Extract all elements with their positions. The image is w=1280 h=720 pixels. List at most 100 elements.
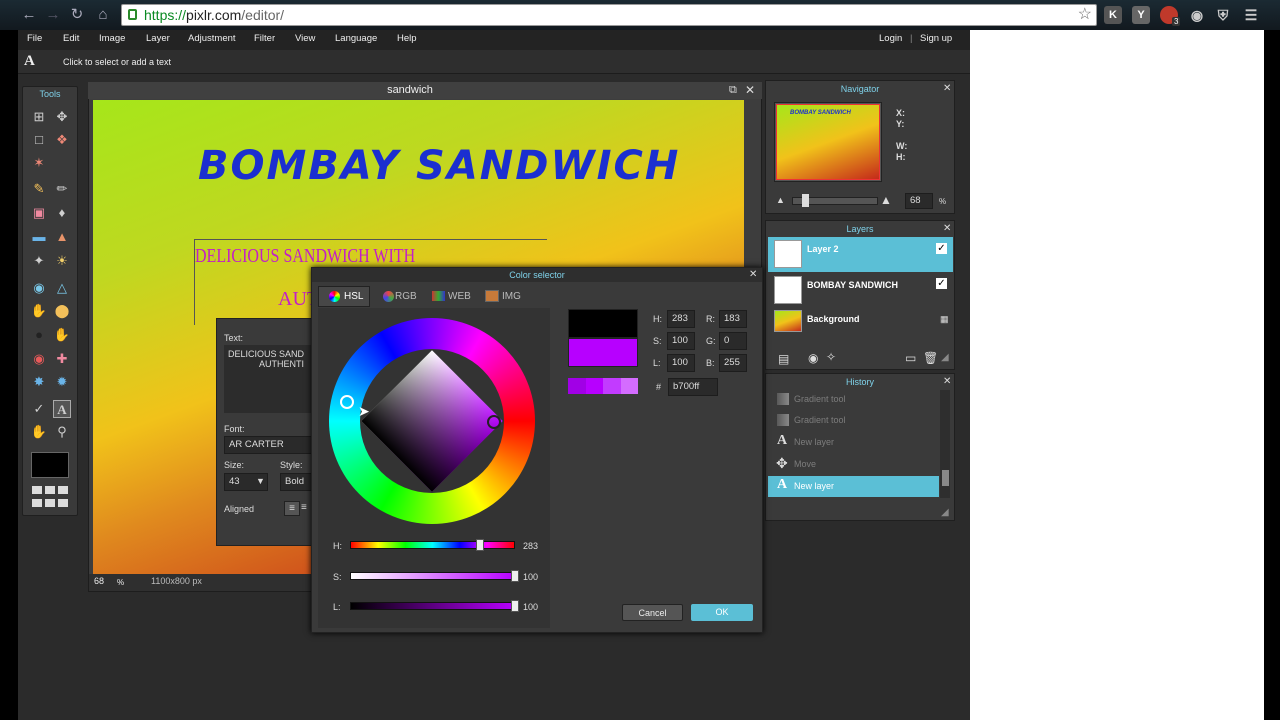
history-item[interactable]: Gradient tool <box>768 390 938 410</box>
dodge-tool-icon[interactable]: ✋ <box>53 326 71 344</box>
hue-slider[interactable] <box>350 541 515 549</box>
wand-tool-icon[interactable]: ✶ <box>30 154 48 172</box>
history-item[interactable]: Gradient tool <box>768 411 938 431</box>
resize-grip-icon[interactable]: ◢ <box>941 352 949 363</box>
grid-icon[interactable] <box>32 486 72 508</box>
menu-language[interactable]: Language <box>335 33 377 44</box>
style-select[interactable]: Bold <box>280 473 314 491</box>
s-input[interactable]: 100 <box>667 332 695 350</box>
layer-mask-icon[interactable]: ◉ <box>808 351 818 365</box>
hex-input[interactable]: b700ff <box>668 378 718 396</box>
marquee-tool-icon[interactable]: □ <box>30 131 48 149</box>
close-icon[interactable]: ✕ <box>745 83 755 97</box>
navigator-close-icon[interactable]: ✕ <box>943 83 951 94</box>
zoom-tool-icon[interactable]: ⚲ <box>53 423 71 441</box>
back-icon[interactable]: ← <box>20 6 38 24</box>
spot-heal-tool-icon[interactable]: ✚ <box>53 350 71 368</box>
layers-close-icon[interactable]: ✕ <box>943 223 951 234</box>
redeye-tool-icon[interactable]: ☀ <box>53 252 71 270</box>
saturation-slider-knob[interactable] <box>511 570 519 582</box>
lasso-tool-icon[interactable]: ❖ <box>53 131 71 149</box>
picker-tool-icon[interactable]: ✦ <box>30 252 48 270</box>
sharpen-tool-icon[interactable]: △ <box>53 279 71 297</box>
r-input[interactable]: 183 <box>719 310 747 328</box>
resize-grip-icon[interactable]: ◢ <box>941 507 949 518</box>
recent-colors[interactable] <box>568 378 638 394</box>
l-input[interactable]: 100 <box>667 354 695 372</box>
align-left-icon[interactable]: ≡ <box>284 501 300 516</box>
g-input[interactable]: 0 <box>719 332 747 350</box>
history-item[interactable]: A New layer <box>768 433 938 453</box>
shield-icon[interactable]: ⛨ <box>1214 6 1232 24</box>
browser-menu-icon[interactable]: ☰ <box>1242 6 1260 24</box>
zoom-value[interactable]: 68 <box>94 576 104 586</box>
hand-tool-icon[interactable]: ✋ <box>30 423 48 441</box>
layer-styles-icon[interactable]: ✧ <box>826 350 836 364</box>
burn-tool-icon[interactable]: ● <box>30 326 48 344</box>
reload-icon[interactable]: ↻ <box>68 6 86 24</box>
sl-handle[interactable] <box>487 415 501 429</box>
h-input[interactable]: 283 <box>667 310 695 328</box>
lightness-slider-knob[interactable] <box>511 600 519 612</box>
zoom-in-icon[interactable]: ▲ <box>880 193 892 207</box>
trash-icon[interactable]: 🗑 <box>923 351 938 365</box>
font-select[interactable]: AR CARTER <box>224 436 314 454</box>
login-link[interactable]: Login <box>879 33 902 44</box>
tab-web[interactable]: WEB <box>448 291 471 302</box>
nav-zoom-input[interactable]: 68 <box>905 193 933 209</box>
stamp-tool-icon[interactable]: ▲ <box>53 228 71 246</box>
cancel-button[interactable]: Cancel <box>622 604 683 621</box>
menu-image[interactable]: Image <box>99 33 125 44</box>
nav-zoom-knob[interactable] <box>802 194 809 207</box>
lightness-slider[interactable] <box>350 602 515 610</box>
history-item[interactable]: ✥ Move <box>768 455 938 475</box>
layer-settings-icon[interactable]: ▤ <box>778 352 789 366</box>
history-close-icon[interactable]: ✕ <box>943 376 951 387</box>
menu-file[interactable]: File <box>27 33 42 44</box>
eye-icon[interactable]: ◉ <box>1188 6 1206 24</box>
menu-adjustment[interactable]: Adjustment <box>188 33 236 44</box>
pencil-tool-icon[interactable]: ✎ <box>30 180 48 198</box>
color-selector-close-icon[interactable]: ✕ <box>749 269 757 280</box>
menu-view[interactable]: View <box>295 33 315 44</box>
brush-tool-icon[interactable]: ✏ <box>53 180 71 198</box>
layer-visible-checkbox-1[interactable]: ✓ <box>936 243 947 254</box>
move-tool-icon[interactable]: ✥ <box>53 108 71 126</box>
forward-icon[interactable]: → <box>44 6 62 24</box>
bookmark-star-icon[interactable]: ☆ <box>1078 5 1092 25</box>
smudge-tool-icon[interactable]: ✋ <box>30 302 48 320</box>
signup-link[interactable]: Sign up <box>920 33 952 44</box>
crop-tool-icon[interactable]: ⊞ <box>30 108 48 126</box>
sponge-tool-icon[interactable]: ⬤ <box>53 302 71 320</box>
b-input[interactable]: 255 <box>719 354 747 372</box>
menu-edit[interactable]: Edit <box>63 33 79 44</box>
tab-rgb[interactable]: RGB <box>395 291 417 302</box>
history-item-selected[interactable]: A New layer <box>768 476 939 497</box>
redeye-fix-tool-icon[interactable]: ◉ <box>30 350 48 368</box>
history-scroll-thumb[interactable] <box>942 470 949 486</box>
old-color-swatch[interactable] <box>568 309 638 338</box>
type-tool-icon[interactable]: A <box>53 400 71 418</box>
tab-img[interactable]: IMG <box>502 291 521 302</box>
hue-handle[interactable] <box>340 395 354 409</box>
zoom-out-icon[interactable]: ▲ <box>776 195 785 205</box>
menu-layer[interactable]: Layer <box>146 33 170 44</box>
layer-visible-checkbox-2[interactable]: ✓ <box>936 278 947 289</box>
gradient-tool-icon[interactable]: ▬ <box>30 228 48 246</box>
maximize-icon[interactable]: ⧉ <box>729 84 737 97</box>
hue-slider-knob[interactable] <box>476 539 485 551</box>
bucket-tool-icon[interactable]: ♦ <box>53 204 71 222</box>
chevron-down-icon[interactable]: ▼ <box>256 476 265 486</box>
drop-tool-icon[interactable]: ◉ <box>30 279 48 297</box>
saturation-slider[interactable] <box>350 572 515 580</box>
pinch-tool-icon[interactable]: ✹ <box>53 373 71 391</box>
color-swatch[interactable] <box>31 452 69 478</box>
bloat-tool-icon[interactable]: ✸ <box>30 373 48 391</box>
new-layer-icon[interactable]: ▭ <box>905 351 916 365</box>
ok-button[interactable]: OK <box>691 604 753 621</box>
eyedropper-tool-icon[interactable]: ✓ <box>30 400 48 418</box>
address-bar[interactable]: https://pixlr.com/editor/ ☆ <box>121 4 1097 26</box>
extension-k-icon[interactable]: K <box>1104 6 1122 24</box>
home-icon[interactable]: ⌂ <box>94 6 112 24</box>
menu-help[interactable]: Help <box>397 33 417 44</box>
